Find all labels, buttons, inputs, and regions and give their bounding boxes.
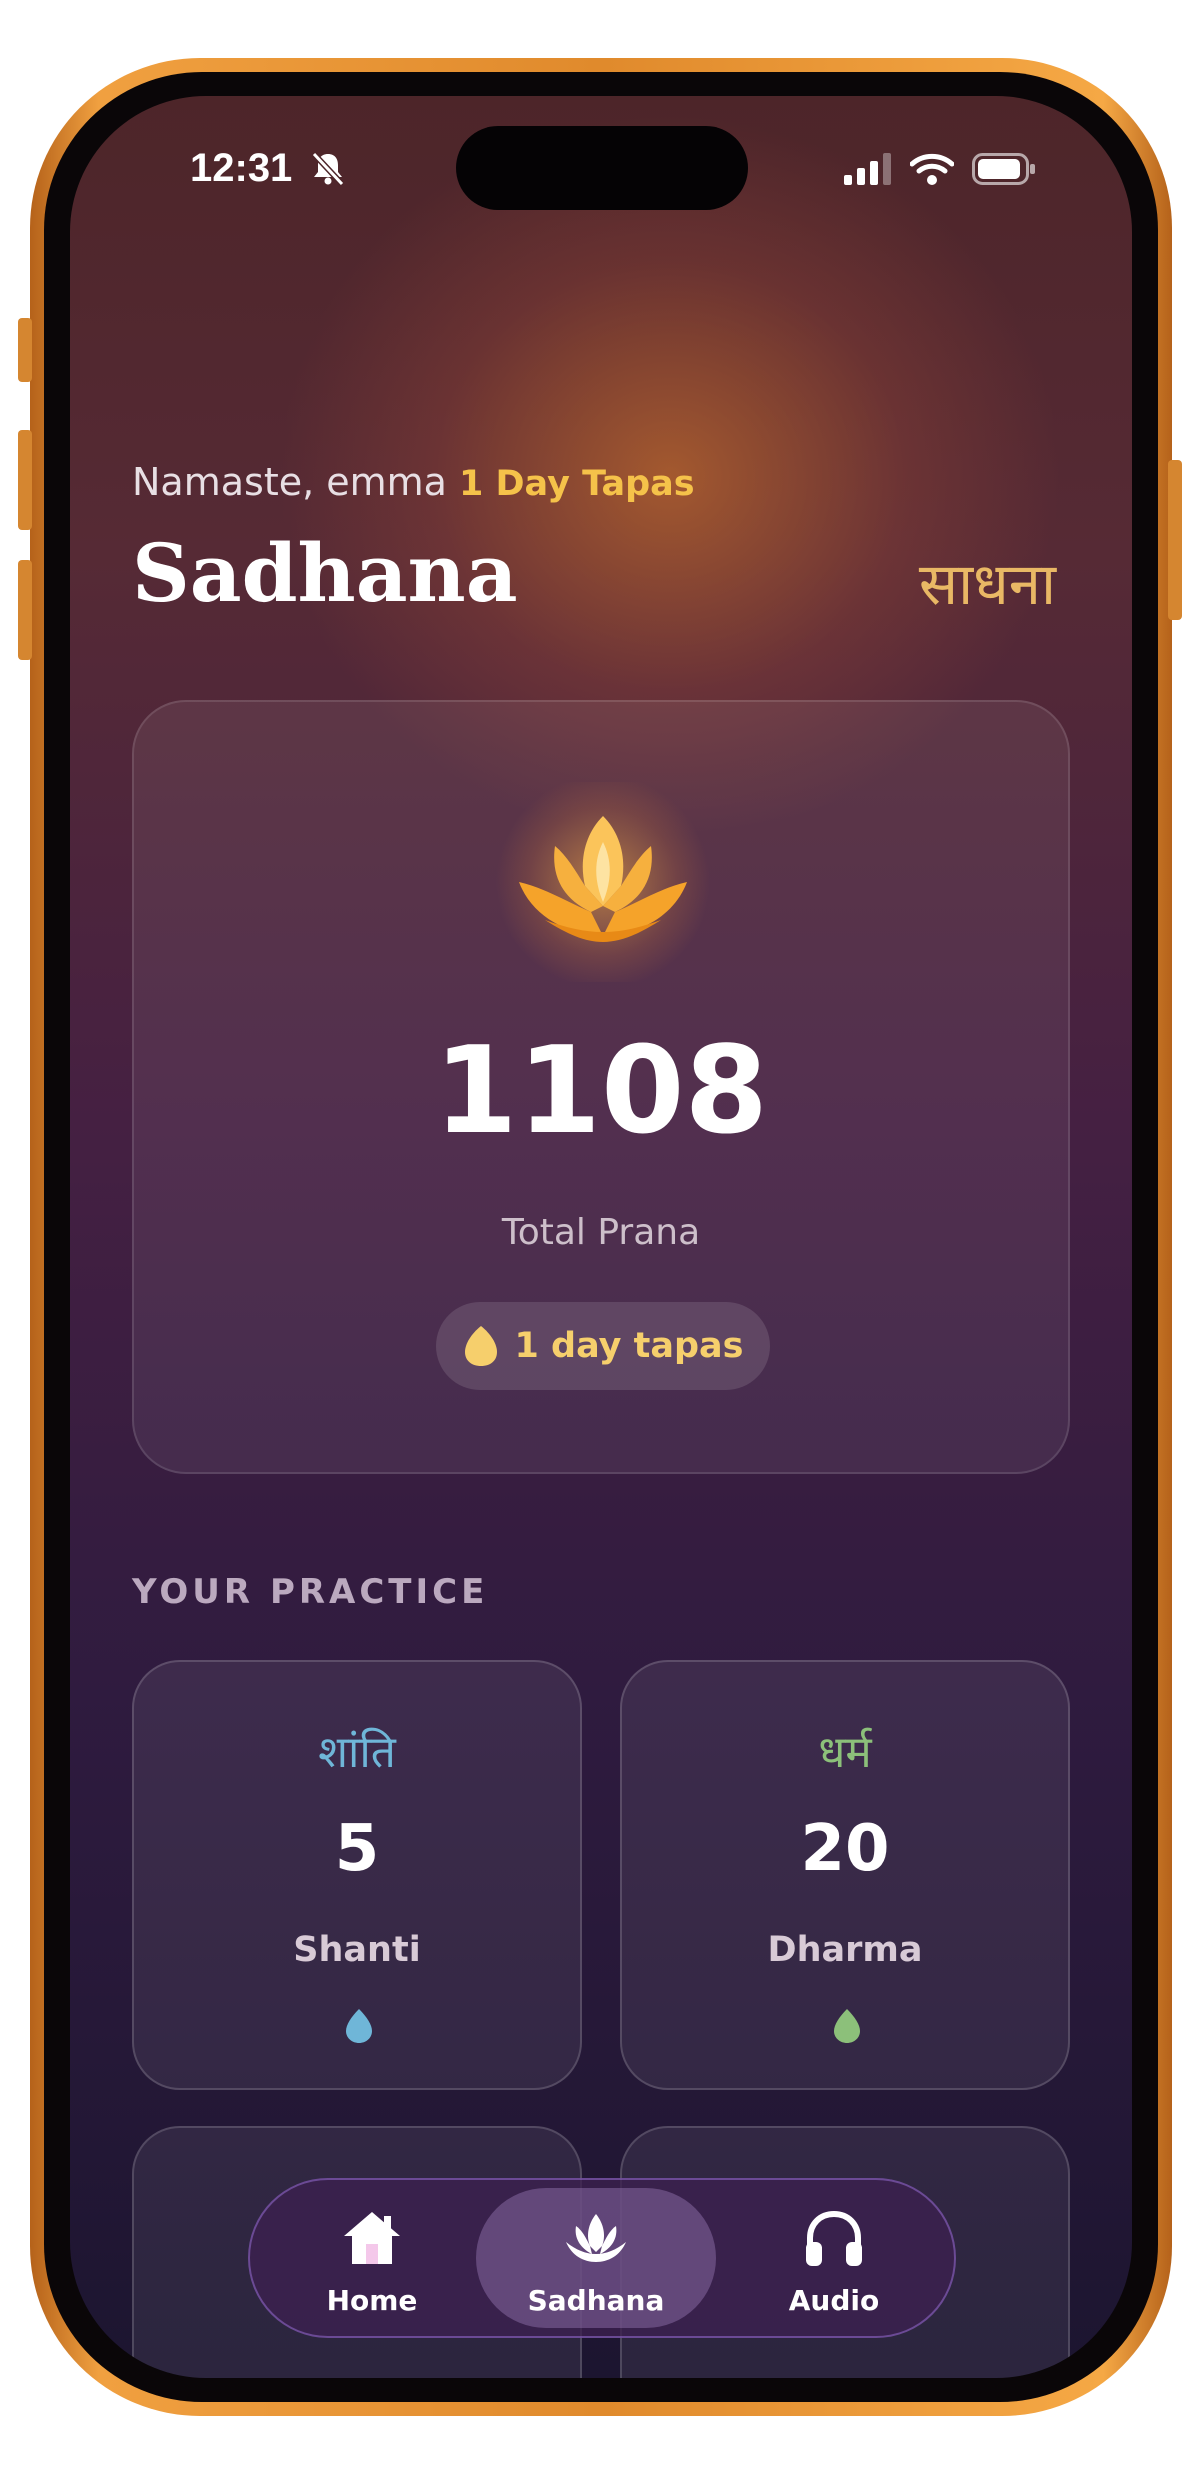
practice-card-shanti[interactable]: शांति 5 Shanti [132,1660,582,2090]
practice-value: 20 [800,1812,890,1886]
section-heading-practice: YOUR PRACTICE [132,1572,489,1612]
practice-name: Dharma [767,1930,923,1970]
cellular-signal-icon [844,153,891,185]
tapas-streak-pill[interactable]: 1 day tapas [436,1302,770,1390]
nav-item-audio[interactable]: Audio [714,2188,954,2328]
page-title: Sadhana [132,526,518,620]
drop-icon [834,2009,860,2043]
streak-badge: 1 Day Tapas [458,464,695,504]
prana-summary-card: 1108 Total Prana 1 day tapas [132,700,1070,1474]
bell-muted-icon [311,151,345,187]
headphones-icon [806,2210,862,2266]
drop-icon [346,2009,372,2043]
practice-value: 5 [334,1812,380,1886]
nav-label: Home [326,2284,418,2317]
tapas-label: 1 day tapas [514,1326,744,1366]
battery-icon [972,153,1035,185]
status-indicators [844,152,1036,186]
volume-up-button [18,430,32,530]
action-button [18,318,32,382]
greeting-line: Namaste, emma 1 Day Tapas [132,460,695,504]
total-prana-label: Total Prana [501,1212,701,1253]
greeting-text: Namaste, emma [132,460,447,504]
nav-item-sadhana[interactable]: Sadhana [476,2188,716,2328]
practice-card-dharma[interactable]: धर्म 20 Dharma [620,1660,1070,2090]
drop-icon [464,1326,497,1366]
page-title-hindi: साधना [918,550,1056,618]
app-screen: 12:31 Namaste, emma 1 Day Tapas Sadhana स… [70,96,1132,2378]
home-icon [344,2212,400,2264]
total-prana-value: 1108 [434,1022,768,1161]
practice-name: Shanti [293,1930,421,1970]
nav-label: Sadhana [527,2284,665,2317]
practice-hindi-label: धर्म [818,1727,872,1778]
power-button [1168,460,1182,620]
status-time: 12:31 [190,146,293,190]
dynamic-island [456,126,748,210]
volume-down-button [18,560,32,660]
lotus-icon [519,816,687,942]
practice-hindi-label: शांति [318,1727,396,1778]
wifi-icon [910,153,954,185]
bottom-nav-bar: Home Sadhana Audio [248,2178,956,2338]
nav-item-home[interactable]: Home [252,2188,492,2328]
nav-label: Audio [788,2284,880,2317]
lotus-icon [566,2214,626,2262]
